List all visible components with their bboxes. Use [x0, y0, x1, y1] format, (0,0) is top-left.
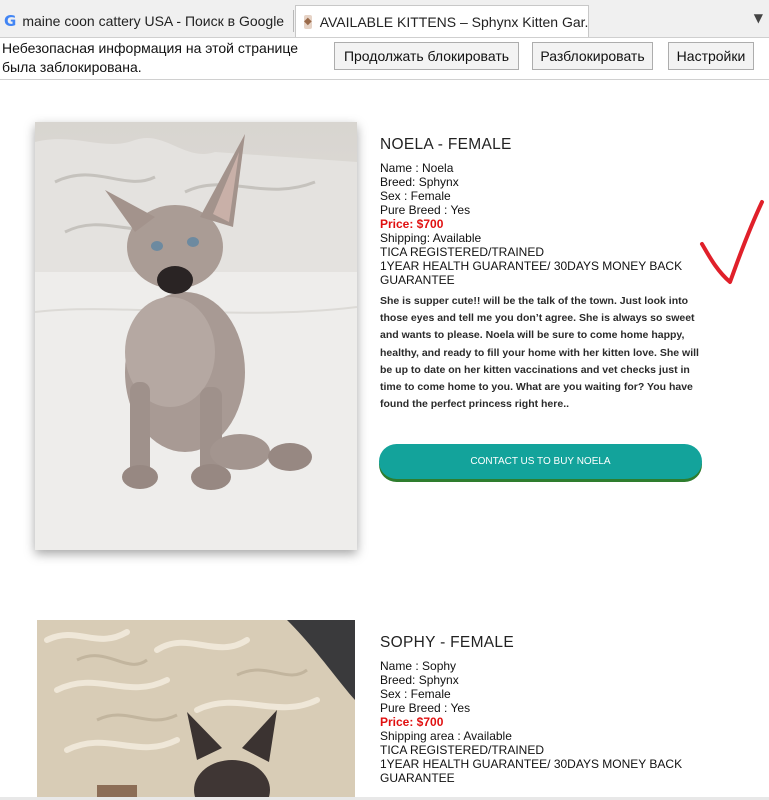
checkmark-icon — [700, 200, 764, 284]
spec-breed: Breed: Sphynx — [380, 673, 459, 687]
kitten-title: SOPHY - FEMALE — [380, 634, 514, 651]
unblock-button[interactable]: Разблокировать — [532, 42, 653, 70]
chevron-down-icon[interactable]: ▼ — [754, 11, 763, 25]
tab-title: maine coon cattery USA - Поиск в Google — [22, 13, 285, 29]
spec-guarantee-cont: GUARANTEE — [380, 771, 455, 785]
spec-guarantee-cont: GUARANTEE — [380, 273, 455, 287]
keep-blocking-button[interactable]: Продолжать блокировать — [334, 42, 519, 70]
settings-button[interactable]: Настройки — [668, 42, 754, 70]
spec-guarantee: 1YEAR HEALTH GUARANTEE/ 30DAYS MONEY BAC… — [380, 757, 683, 771]
browser-tab-bar: G maine coon cattery USA - Поиск в Googl… — [0, 0, 769, 38]
kitten-description: She is supper cute!! will be the talk of… — [380, 295, 699, 411]
spec-price: Price: $700 — [380, 217, 444, 231]
spec-price: Price: $700 — [380, 715, 444, 729]
spec-sex: Sex : Female — [380, 189, 451, 203]
contact-buy-noela-button[interactable]: CONTACT US TO BUY NOELA — [379, 444, 702, 479]
tab-google-search[interactable]: G maine coon cattery USA - Поиск в Googl… — [0, 6, 293, 36]
tab-divider — [293, 10, 294, 32]
kitten-specs: Name : Sophy Breed: Sphynx Sex : Female … — [380, 659, 710, 785]
kitten-specs: Name : Noela Breed: Sphynx Sex : Female … — [380, 161, 710, 287]
security-info-bar: Небезопасная информация на этой странице… — [0, 38, 769, 80]
spec-shipping: Shipping area : Available — [380, 729, 512, 743]
kitten-photo-noela — [35, 122, 357, 550]
spec-tica: TICA REGISTERED/TRAINED — [380, 245, 545, 259]
spec-guarantee: 1YEAR HEALTH GUARANTEE/ 30DAYS MONEY BAC… — [380, 259, 683, 273]
tab-available-kittens[interactable]: ◆ AVAILABLE KITTENS – Sphynx Kitten Gar.… — [295, 5, 589, 37]
spec-pure-breed: Pure Breed : Yes — [380, 203, 471, 217]
sphynx-kitten-image — [35, 122, 357, 550]
spec-name: Name : Noela — [380, 161, 454, 175]
spec-sex: Sex : Female — [380, 687, 451, 701]
cat-favicon: ◆ — [304, 14, 312, 29]
sphynx-kitten-image — [37, 620, 355, 800]
kitten-photo-sophy — [37, 620, 355, 800]
spec-shipping: Shipping: Available — [380, 231, 482, 245]
google-icon: G — [4, 12, 17, 30]
spec-tica: TICA REGISTERED/TRAINED — [380, 743, 545, 757]
kitten-title: NOELA - FEMALE — [380, 136, 512, 153]
tab-title: AVAILABLE KITTENS – Sphynx Kitten Gar... — [319, 13, 589, 30]
spec-breed: Breed: Sphynx — [380, 175, 459, 189]
info-message: Небезопасная информация на этой странице… — [2, 40, 299, 75]
spec-pure-breed: Pure Breed : Yes — [380, 701, 471, 715]
spec-name: Name : Sophy — [380, 659, 457, 673]
